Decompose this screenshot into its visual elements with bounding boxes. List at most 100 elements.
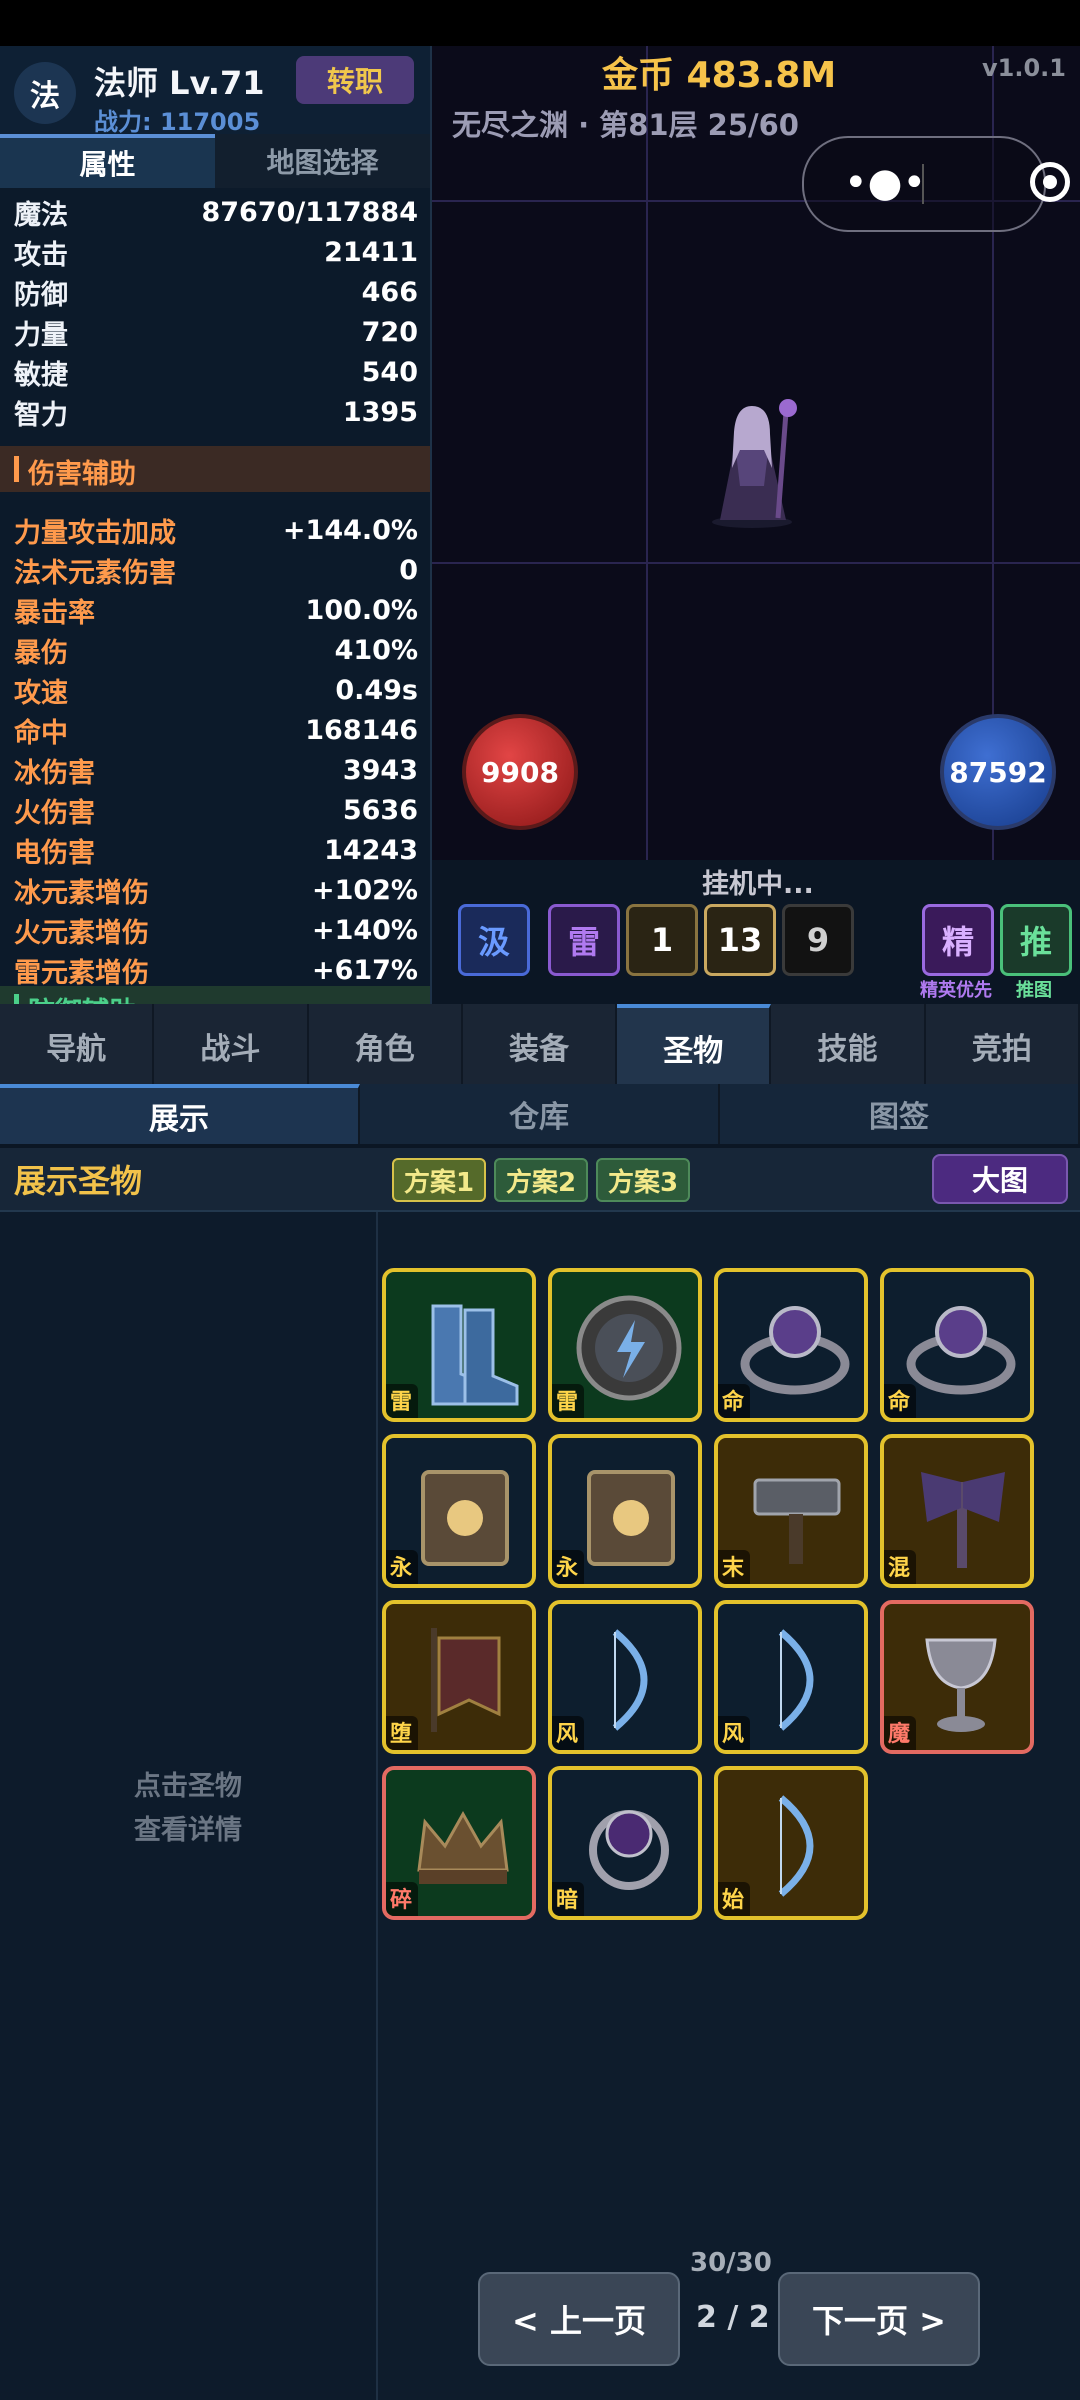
skill-slot-3[interactable]: 9 bbox=[782, 904, 854, 976]
relic-detail-pane bbox=[0, 1212, 378, 2400]
next-page-button[interactable]: 下一页 > bbox=[778, 2272, 980, 2366]
chalice-icon bbox=[925, 1638, 997, 1732]
relic-slot[interactable]: 碎 bbox=[382, 1766, 536, 1920]
relic-slot[interactable]: 风 bbox=[548, 1600, 702, 1754]
damage-stat-value: 14243 bbox=[324, 834, 418, 866]
nav-tab-auction[interactable]: 竞拍 bbox=[926, 1004, 1080, 1088]
more-icon[interactable]: •●• bbox=[844, 160, 926, 206]
damage-stat-value: 410% bbox=[334, 634, 418, 666]
nav-tab-character[interactable]: 角色 bbox=[309, 1004, 463, 1088]
push-map-button[interactable]: 推 bbox=[1000, 904, 1072, 976]
damage-stat-label: 力量攻击加成 bbox=[14, 517, 176, 549]
nav-tab-equipment[interactable]: 装备 bbox=[463, 1004, 618, 1088]
prev-page-button[interactable]: < 上一页 bbox=[478, 2272, 680, 2366]
nav-tab-navigation[interactable]: 导航 bbox=[0, 1004, 155, 1088]
damage-section-title: 伤害辅助 bbox=[28, 459, 136, 490]
skill-thunder-button[interactable]: 雷 bbox=[548, 904, 620, 976]
relic-tag: 永 bbox=[386, 1550, 419, 1584]
stat-row: 智力 1395 bbox=[14, 392, 418, 432]
damage-stat-value: 100.0% bbox=[305, 594, 418, 626]
relic-tag: 暗 bbox=[552, 1882, 585, 1916]
detail-hint-line-2: 查看详情 bbox=[134, 1815, 242, 1846]
plan-2-button[interactable]: 方案2 bbox=[494, 1158, 589, 1202]
transfer-class-button[interactable]: 转职 bbox=[296, 56, 414, 104]
mp-orb: 87592 bbox=[940, 714, 1056, 830]
skill-drain-button[interactable]: 汲 bbox=[458, 904, 530, 976]
relic-section-title: 展示圣物 bbox=[14, 1162, 143, 1200]
relic-tag: 永 bbox=[552, 1550, 585, 1584]
stat-value: 1395 bbox=[342, 396, 418, 428]
relic-tag: 雷 bbox=[552, 1384, 585, 1418]
relic-tag: 末 bbox=[718, 1550, 751, 1584]
stat-row: 力量 720 bbox=[14, 312, 418, 352]
class-avatar[interactable]: 法 bbox=[14, 62, 76, 124]
damage-stat-value: 0.49s bbox=[335, 674, 418, 706]
damage-stat-label: 命中 bbox=[14, 717, 68, 749]
relic-slot[interactable]: 雷 bbox=[548, 1268, 702, 1422]
nav-tab-battle[interactable]: 战斗 bbox=[154, 1004, 309, 1088]
damage-stat-label: 电伤害 bbox=[14, 837, 95, 869]
relic-slot[interactable]: 魔 bbox=[880, 1600, 1034, 1754]
relic-tag: 风 bbox=[552, 1716, 585, 1750]
plan-1-button[interactable]: 方案1 bbox=[392, 1158, 487, 1202]
relic-slot[interactable]: 堕 bbox=[382, 1600, 536, 1754]
tab-attributes[interactable]: 属性 bbox=[0, 134, 215, 188]
relic-slot[interactable]: 命 bbox=[714, 1268, 868, 1422]
battle-view[interactable]: 金币 483.8M v1.0.1 无尽之渊 · 第81层 25/60 •●• 9… bbox=[432, 46, 1080, 860]
hero-sprite bbox=[712, 399, 797, 528]
subtab-display[interactable]: 展示 bbox=[0, 1084, 360, 1144]
elite-priority-label: 精英优先 bbox=[920, 980, 992, 1001]
plan-3-button[interactable]: 方案3 bbox=[596, 1158, 691, 1202]
damage-stat-row: 雷元素增伤 +617% bbox=[14, 950, 418, 990]
relic-slot[interactable]: 末 bbox=[714, 1434, 868, 1588]
subtab-warehouse[interactable]: 仓库 bbox=[360, 1084, 720, 1144]
relic-slot[interactable]: 永 bbox=[382, 1434, 536, 1588]
relic-tag: 堕 bbox=[386, 1716, 419, 1750]
defense-section-header: 防御辅助 bbox=[0, 986, 430, 1004]
damage-stat-label: 法术元素伤害 bbox=[14, 557, 176, 589]
damage-stat-label: 暴伤 bbox=[14, 637, 68, 669]
miniprogram-capsule[interactable]: •●• bbox=[802, 136, 1046, 232]
nav-tab-skills[interactable]: 技能 bbox=[771, 1004, 926, 1088]
damage-stat-row: 冰元素增伤 +102% bbox=[14, 870, 418, 910]
skill-slot-1[interactable]: 1 bbox=[626, 904, 698, 976]
gem-ring-icon bbox=[906, 1306, 1016, 1395]
relic-slot[interactable]: 雷 bbox=[382, 1268, 536, 1422]
relic-slot[interactable]: 暗 bbox=[548, 1766, 702, 1920]
stat-row: 魔法 87670/117884 bbox=[14, 192, 418, 232]
relic-slot[interactable]: 始 bbox=[714, 1766, 868, 1920]
damage-stat-label: 火元素增伤 bbox=[14, 917, 149, 949]
floor-label: 无尽之渊 · 第81层 25/60 bbox=[452, 108, 799, 142]
close-target-icon[interactable] bbox=[1030, 162, 1070, 202]
stat-value: 466 bbox=[361, 276, 418, 308]
boots-icon bbox=[431, 1304, 519, 1406]
version-label: v1.0.1 bbox=[982, 54, 1066, 82]
damage-stat-row: 力量攻击加成 +144.0% bbox=[14, 510, 418, 550]
damage-stat-value: 168146 bbox=[305, 714, 418, 746]
skill-slot-2[interactable]: 13 bbox=[704, 904, 776, 976]
relic-slot[interactable]: 永 bbox=[548, 1434, 702, 1588]
status-bar bbox=[0, 0, 1080, 46]
bow-icon bbox=[778, 1629, 814, 1731]
push-map-label: 推图 bbox=[1016, 980, 1052, 1001]
subtab-codex[interactable]: 图签 bbox=[720, 1084, 1080, 1144]
main-nav: 导航 战斗 角色 装备 圣物 技能 竞拍 bbox=[0, 1004, 1080, 1088]
stat-value: 720 bbox=[361, 316, 418, 348]
relic-slot[interactable]: 混 bbox=[880, 1434, 1034, 1588]
damage-stat-row: 法术元素伤害 0 bbox=[14, 550, 418, 590]
nav-tab-relics[interactable]: 圣物 bbox=[617, 1004, 772, 1088]
bow-icon bbox=[778, 1795, 814, 1897]
damage-stat-label: 攻速 bbox=[14, 677, 68, 709]
elite-priority-button[interactable]: 精 bbox=[922, 904, 994, 976]
stat-value: 87670/117884 bbox=[201, 196, 418, 228]
tab-map-select[interactable]: 地图选择 bbox=[215, 134, 430, 188]
relic-slot[interactable]: 风 bbox=[714, 1600, 868, 1754]
big-map-button[interactable]: 大图 bbox=[932, 1154, 1068, 1204]
character-name: 法师 Lv.71 bbox=[94, 64, 265, 102]
damage-stat-value: 3943 bbox=[342, 754, 418, 786]
damage-stat-label: 冰元素增伤 bbox=[14, 877, 149, 909]
damage-stat-label: 火伤害 bbox=[14, 797, 95, 829]
damage-stat-value: 5636 bbox=[342, 794, 418, 826]
relic-slot[interactable]: 命 bbox=[880, 1268, 1034, 1422]
hp-orb: 9908 bbox=[462, 714, 578, 830]
